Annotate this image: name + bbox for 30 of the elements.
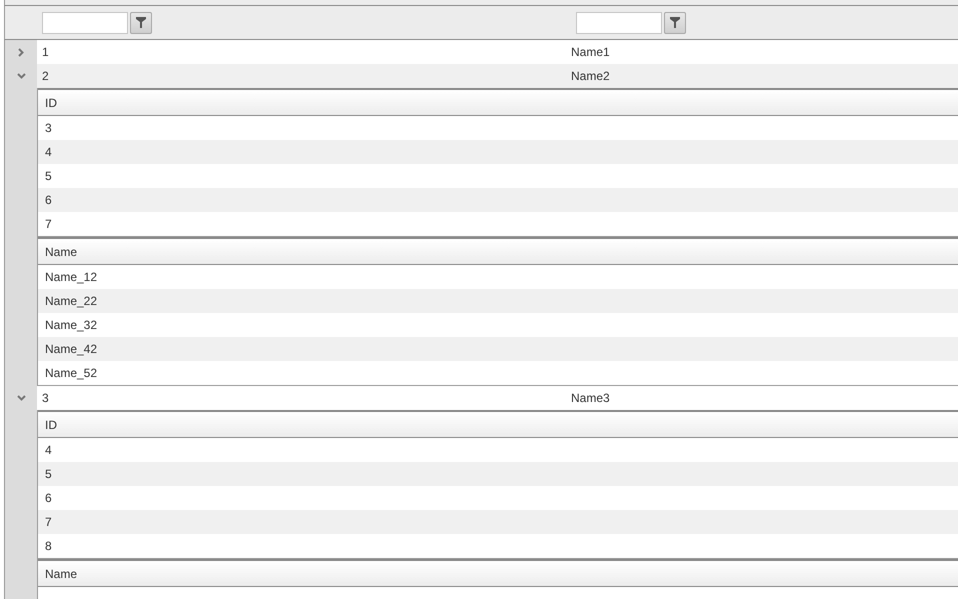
table-cell-text: 4: [45, 144, 52, 161]
table-cell-text: Name_42: [45, 341, 98, 358]
table-cell-text: 4: [45, 442, 52, 459]
chevron-down-icon: [16, 73, 26, 79]
table-cell-text: 2: [42, 68, 50, 85]
table-cell-text: Name_12: [45, 269, 98, 286]
filter-button[interactable]: [130, 12, 152, 34]
table-cell-text: 6: [45, 192, 52, 209]
table-cell-text: 5: [45, 168, 52, 185]
table-cell-text: 3: [42, 390, 50, 407]
table-cell-text: 7: [45, 514, 52, 531]
table-cell-text: 1: [42, 44, 50, 61]
table-cell-text: Name_32: [45, 317, 98, 334]
table-cell-text: 7: [45, 216, 52, 233]
table-cell-text: Name2: [571, 68, 610, 85]
table-cell-text: Name1: [571, 44, 610, 61]
table-cell-text: Name_52: [45, 365, 98, 382]
table-cell-text: 3: [45, 120, 52, 137]
table-cell-text: 8: [45, 538, 52, 555]
chevron-down-icon: [16, 395, 26, 401]
filter-icon: [136, 17, 146, 28]
chevron-right-icon: [18, 48, 24, 56]
table-cell-text: 5: [45, 466, 52, 483]
table-cell-text: Name3: [571, 390, 610, 407]
filter-field[interactable]: [42, 12, 128, 34]
filter-button[interactable]: [664, 12, 686, 34]
table-cell-text: 6: [45, 490, 52, 507]
table-cell-text: Name_22: [45, 293, 98, 310]
filter-field[interactable]: [576, 12, 662, 34]
filter-icon: [670, 17, 680, 28]
